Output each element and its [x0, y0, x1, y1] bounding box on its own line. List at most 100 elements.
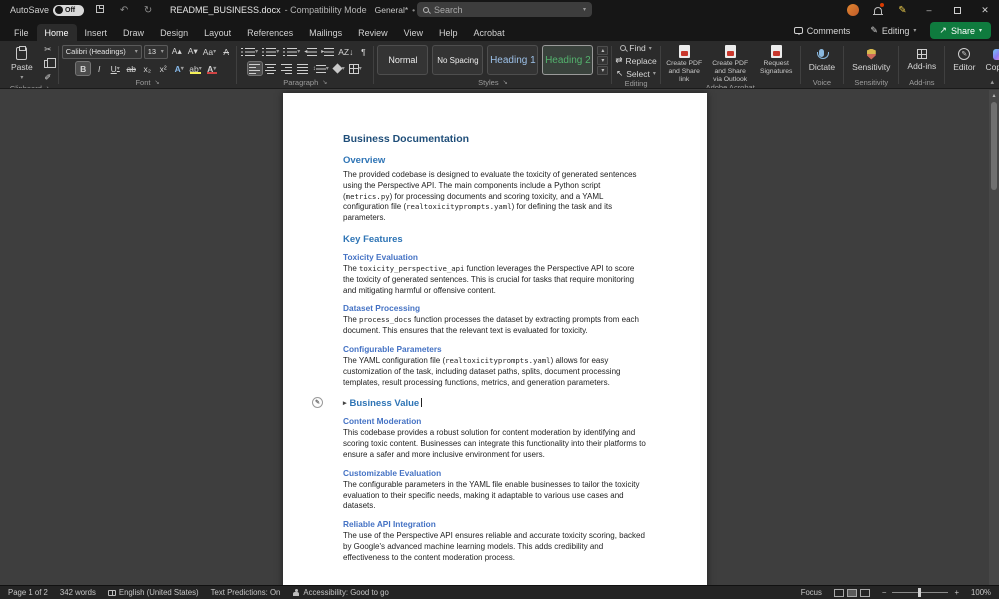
doc-paragraph-reliable[interactable]: The use of the Perspective API ensures r… [343, 531, 647, 563]
autosave-toggle[interactable]: AutoSave Off [10, 5, 84, 16]
tab-design[interactable]: Design [152, 24, 196, 41]
tab-file[interactable]: File [6, 24, 37, 41]
tab-insert[interactable]: Insert [77, 24, 116, 41]
subscript-button[interactable]: x₂ [140, 62, 154, 75]
account-button[interactable] [840, 0, 865, 20]
tab-help[interactable]: Help [431, 24, 466, 41]
copy-button[interactable] [41, 57, 55, 70]
maximize-button[interactable] [943, 0, 971, 20]
multilevel-list-button[interactable]: ▾ [282, 45, 301, 58]
bold-button[interactable]: B [76, 62, 90, 75]
text-highlight-button[interactable]: ab▾ [188, 62, 202, 75]
page-indicator[interactable]: Page 1 of 2 [8, 588, 48, 597]
copilot-button[interactable]: Copilot [980, 49, 999, 72]
document-canvas[interactable]: Business Documentation Overview The prov… [0, 90, 999, 585]
dialog-launcher-icon[interactable]: ↘ [154, 79, 159, 86]
undo-button[interactable]: ↶ [116, 5, 132, 16]
close-button[interactable]: ✕ [971, 0, 999, 20]
dialog-launcher-icon[interactable]: ↘ [322, 79, 327, 86]
create-pdf-share-link-button[interactable]: Create PDF and Share link [664, 45, 705, 83]
show-hide-marks-button[interactable]: ¶ [356, 45, 370, 58]
shading-button[interactable]: ▾ [332, 62, 346, 75]
doc-heading-content-moderation[interactable]: Content Moderation [343, 416, 647, 426]
change-case-button[interactable]: Aa▾ [202, 45, 217, 58]
doc-paragraph-toxicity[interactable]: The toxicity_perspective_api function le… [343, 264, 647, 296]
accessibility-status[interactable]: Accessibility: Good to go [292, 588, 388, 597]
styles-gallery-more-button[interactable]: ▾ [597, 66, 608, 75]
italic-button[interactable]: I [92, 62, 106, 75]
borders-button[interactable]: ▾ [348, 62, 363, 75]
clear-formatting-button[interactable]: A [219, 45, 233, 58]
doc-heading-toxicity-evaluation[interactable]: Toxicity Evaluation [343, 252, 647, 262]
tab-layout[interactable]: Layout [196, 24, 239, 41]
document-page[interactable]: Business Documentation Overview The prov… [283, 93, 707, 585]
doc-paragraph-moderation[interactable]: This codebase provides a robust solution… [343, 428, 647, 460]
tab-acrobat[interactable]: Acrobat [466, 24, 513, 41]
doc-heading-key-features[interactable]: Key Features [343, 234, 647, 245]
font-name-select[interactable]: Calibri (Headings) ▾ [62, 45, 142, 59]
doc-heading-business-value[interactable]: ✎ ▸Business Value [343, 398, 647, 409]
tab-home[interactable]: Home [37, 24, 77, 41]
doc-paragraph-customizable[interactable]: The configurable parameters in the YAML … [343, 480, 647, 512]
dialog-launcher-icon[interactable]: ↘ [503, 79, 508, 86]
comments-button[interactable]: Comments [788, 24, 857, 38]
font-color-button[interactable]: A▾ [205, 62, 219, 75]
text-predictions-status[interactable]: Text Predictions: On [211, 588, 281, 597]
style-no-spacing[interactable]: No Spacing [432, 45, 483, 75]
grow-font-button[interactable]: A▴ [170, 45, 184, 58]
redo-button[interactable]: ↻ [140, 5, 156, 16]
minimize-button[interactable]: – [915, 0, 943, 20]
scroll-up-button[interactable]: ▴ [992, 90, 995, 100]
strikethrough-button[interactable]: ab [124, 62, 138, 75]
numbering-button[interactable]: ▾ [261, 45, 280, 58]
share-button[interactable]: ↗ Share ▾ [930, 22, 991, 39]
doc-heading-customizable-evaluation[interactable]: Customizable Evaluation [343, 468, 647, 478]
align-left-button[interactable] [248, 62, 262, 75]
doc-heading-dataset-processing[interactable]: Dataset Processing [343, 303, 647, 313]
doc-heading-overview[interactable]: Overview [343, 155, 647, 166]
text-effects-button[interactable]: A▾ [172, 62, 186, 75]
notifications-button[interactable] [865, 0, 890, 20]
replace-button[interactable]: ⇄Replace [615, 55, 656, 66]
tab-draw[interactable]: Draw [115, 24, 152, 41]
decrease-indent-button[interactable]: ◂ [303, 45, 318, 58]
create-pdf-share-outlook-button[interactable]: Create PDF and Share via Outlook [710, 45, 751, 83]
increase-indent-button[interactable]: ▸ [320, 45, 335, 58]
justify-button[interactable] [296, 62, 310, 75]
tab-view[interactable]: View [396, 24, 431, 41]
addins-button[interactable]: Add-ins [902, 49, 941, 71]
print-layout-button[interactable] [847, 589, 857, 597]
style-heading-1[interactable]: Heading 1 [487, 45, 538, 75]
font-size-select[interactable]: 13 ▾ [144, 45, 168, 59]
styles-scroll-up-button[interactable]: ▴ [597, 46, 608, 55]
superscript-button[interactable]: x² [156, 62, 170, 75]
zoom-level[interactable]: 100% [971, 588, 991, 597]
doc-heading-reliable-api[interactable]: Reliable API Integration [343, 519, 647, 529]
zoom-in-button[interactable]: + [954, 588, 959, 597]
scrollbar-thumb[interactable] [991, 102, 997, 190]
doc-heading-configurable-parameters[interactable]: Configurable Parameters [343, 344, 647, 354]
find-button[interactable]: Find▾ [620, 43, 652, 53]
heading-collapse-icon[interactable]: ▸ [343, 400, 347, 407]
dialog-launcher-icon[interactable]: ↘ [46, 85, 51, 89]
read-mode-button[interactable] [834, 589, 844, 597]
bullets-button[interactable]: ▾ [240, 45, 259, 58]
styles-scroll-down-button[interactable]: ▾ [597, 56, 608, 65]
shrink-font-button[interactable]: A▾ [186, 45, 200, 58]
web-layout-button[interactable] [860, 589, 870, 597]
style-normal[interactable]: Normal [377, 45, 428, 75]
save-button[interactable] [92, 5, 108, 16]
tab-references[interactable]: References [239, 24, 301, 41]
autosave-switch[interactable]: Off [53, 5, 84, 16]
select-button[interactable]: ↖Select▾ [616, 68, 656, 79]
word-count[interactable]: 342 words [60, 588, 96, 597]
request-signatures-button[interactable]: Request Signatures [756, 45, 797, 76]
sort-button[interactable]: AZ↓ [337, 45, 354, 58]
style-heading-2-selected[interactable]: Heading 2 [542, 45, 593, 75]
tab-mailings[interactable]: Mailings [301, 24, 350, 41]
line-spacing-button[interactable]: ↕▾ [312, 62, 330, 75]
language-status[interactable]: English (United States) [108, 588, 199, 597]
editor-button[interactable]: ✎ Editor [948, 48, 980, 72]
align-center-button[interactable] [264, 62, 278, 75]
cut-button[interactable]: ✂ [41, 43, 55, 56]
